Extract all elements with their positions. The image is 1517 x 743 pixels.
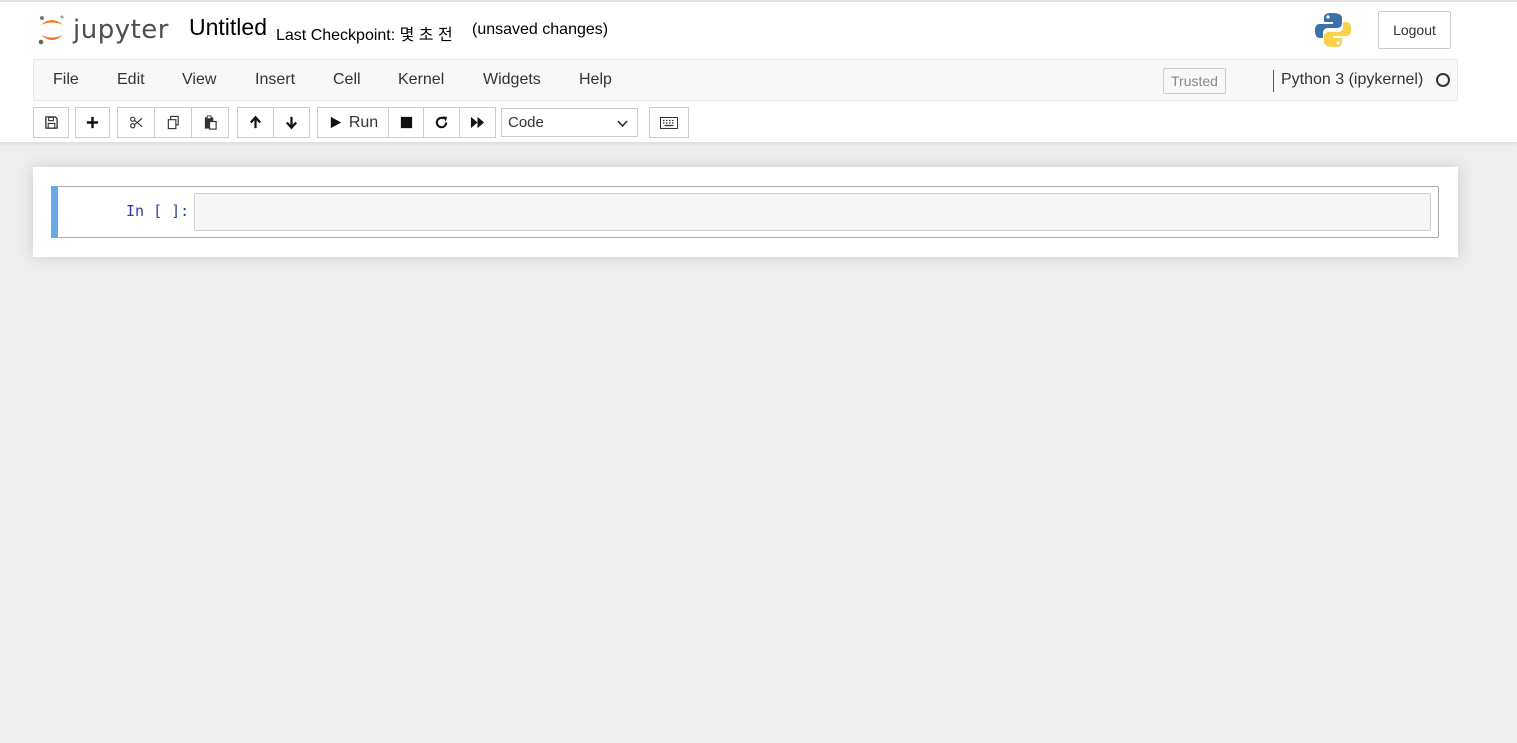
play-icon (330, 116, 341, 129)
move-up-button[interactable] (237, 107, 274, 138)
cell-selection-bar (51, 186, 58, 238)
logo-text: jupyter (73, 15, 169, 45)
code-cell[interactable]: In [ ]: (51, 186, 1439, 238)
trusted-badge[interactable]: Trusted (1163, 68, 1226, 94)
menu-bar: File Edit View Insert Cell Kernel Widget… (33, 59, 1458, 101)
move-down-button[interactable] (273, 107, 310, 138)
logout-button[interactable]: Logout (1378, 11, 1451, 49)
kernel-name[interactable]: Python 3 (ipykernel) (1281, 71, 1423, 89)
save-icon (44, 116, 58, 129)
last-checkpoint: Last Checkpoint: 몇 초 전 (276, 27, 453, 44)
paste-button[interactable] (191, 107, 229, 138)
stop-icon (400, 116, 412, 129)
restart-icon (435, 116, 448, 129)
input-prompt: In [ ]: (126, 202, 190, 220)
menu-view[interactable]: View (182, 71, 216, 89)
menu-file[interactable]: File (53, 71, 79, 89)
kernel-separator (1273, 70, 1274, 92)
cut-button[interactable] (117, 107, 155, 138)
jupyter-logo-icon (38, 15, 64, 45)
run-label: Run (348, 113, 379, 131)
insert-cell-button[interactable] (75, 107, 110, 138)
run-all-button[interactable] (459, 107, 496, 138)
unsaved-changes: (unsaved changes) (472, 21, 609, 38)
menu-help[interactable]: Help (579, 71, 612, 89)
cell-type-select[interactable]: Code (501, 108, 638, 137)
interrupt-button[interactable] (388, 107, 424, 138)
header: jupyter Untitled Last Checkpoint: 몇 초 전 … (0, 0, 1517, 142)
save-button[interactable] (33, 107, 69, 138)
cut-icon (129, 116, 142, 129)
menu-kernel[interactable]: Kernel (398, 71, 444, 89)
restart-button[interactable] (423, 107, 460, 138)
menu-edit[interactable]: Edit (117, 71, 145, 89)
menu-cell[interactable]: Cell (333, 71, 361, 89)
menu-insert[interactable]: Insert (255, 71, 295, 89)
arrow-down-icon (285, 116, 298, 130)
jupyter-logo[interactable]: jupyter (37, 12, 169, 48)
kernel-idle-icon (1436, 73, 1450, 87)
code-input[interactable] (194, 193, 1431, 231)
copy-button[interactable] (154, 107, 192, 138)
paste-icon (204, 115, 217, 130)
plus-icon (86, 116, 99, 129)
notebook-title[interactable]: Untitled (189, 14, 267, 41)
fast-forward-icon (470, 116, 485, 129)
python-logo-icon (1315, 13, 1351, 47)
arrow-up-icon (249, 115, 262, 129)
chevron-down-icon (617, 120, 628, 128)
run-button[interactable]: Run (317, 107, 389, 138)
notebook-container: In [ ]: (33, 167, 1458, 257)
menu-widgets[interactable]: Widgets (483, 71, 541, 89)
command-palette-button[interactable] (649, 107, 689, 138)
copy-icon (167, 115, 179, 130)
keyboard-icon (660, 116, 678, 129)
cell-type-value: Code (508, 114, 544, 131)
